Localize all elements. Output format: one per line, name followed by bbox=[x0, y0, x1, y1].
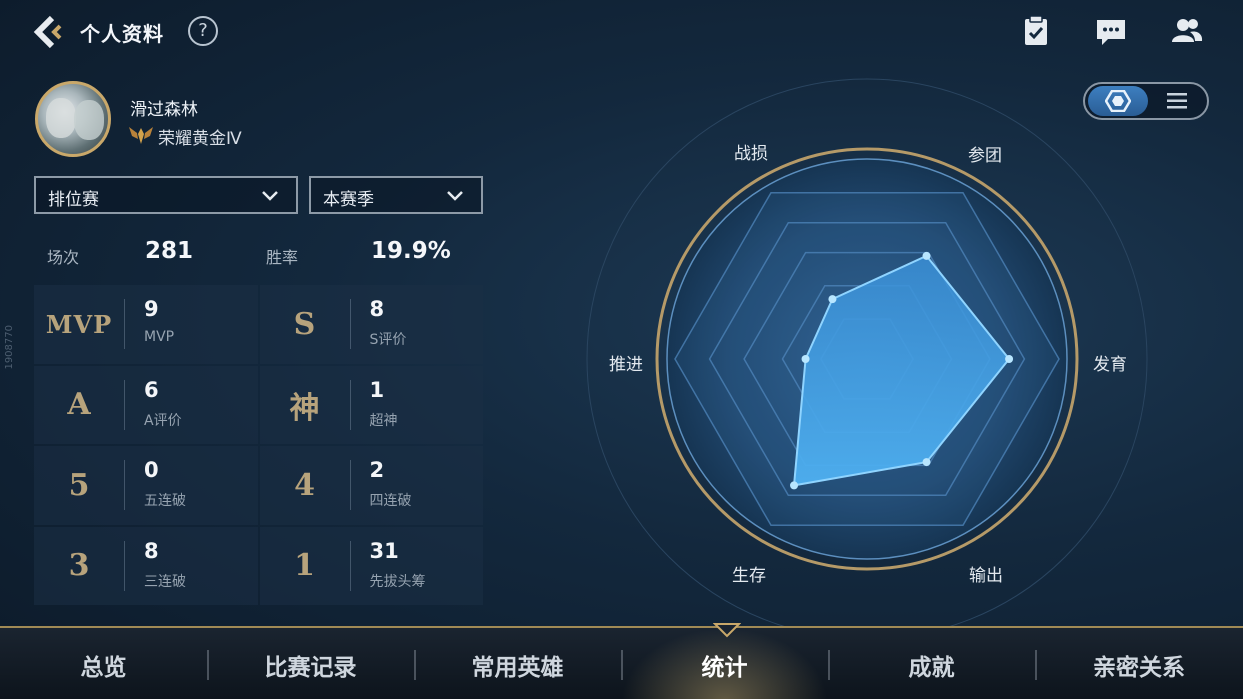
tab-overview[interactable]: 总览 bbox=[0, 628, 207, 699]
radar-label-damage-taken: 战损 bbox=[734, 144, 768, 164]
radar-label-push: 推进 bbox=[609, 355, 643, 375]
radar-point-1 bbox=[1005, 355, 1014, 363]
bottom-tab-bar: 总览 比赛记录 常用英雄 统计 成就 亲密关系 bbox=[0, 626, 1243, 699]
tab-relationships[interactable]: 亲密关系 bbox=[1035, 628, 1243, 699]
radar-point-4 bbox=[801, 355, 810, 363]
radar-label-farming: 发育 bbox=[1093, 355, 1127, 375]
radar-label-survival: 生存 bbox=[732, 566, 766, 586]
radar-label-damage: 输出 bbox=[969, 566, 1003, 586]
radar-point-2 bbox=[922, 458, 931, 467]
active-tab-pointer-icon bbox=[713, 623, 741, 638]
tab-heroes[interactable]: 常用英雄 bbox=[414, 628, 621, 699]
radar-label-teamfight: 参团 bbox=[968, 146, 1002, 166]
tab-match-history[interactable]: 比赛记录 bbox=[207, 628, 414, 699]
radar-point-3 bbox=[790, 481, 799, 490]
radar-point-5 bbox=[828, 295, 837, 304]
radar-point-0 bbox=[922, 251, 931, 260]
tab-statistics[interactable]: 统计 bbox=[621, 628, 828, 699]
tab-achievements[interactable]: 成就 bbox=[828, 628, 1035, 699]
